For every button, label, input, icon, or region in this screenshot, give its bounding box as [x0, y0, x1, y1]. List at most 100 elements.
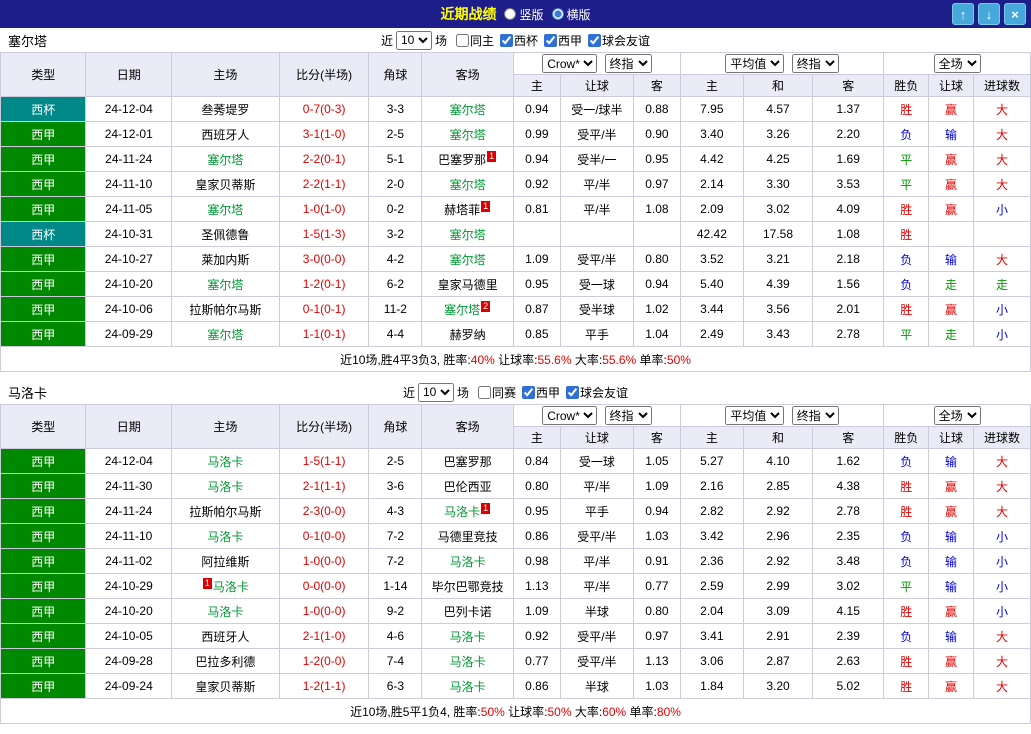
average-select[interactable]: 平均值 — [725, 54, 785, 73]
corners-cell: 4-2 — [368, 246, 423, 272]
filter-option[interactable]: 球会友谊 — [588, 32, 650, 49]
team-link[interactable]: 马洛卡 — [450, 655, 486, 669]
odds-stage-select[interactable]: 终指 — [791, 54, 839, 73]
corners-cell: 3-6 — [368, 473, 423, 499]
goals-result-cell: 大 — [972, 673, 1031, 699]
date-cell: 24-10-29 — [85, 573, 172, 599]
team-link: 西班牙人 — [201, 127, 250, 142]
team-cell-content: 马洛卡 1 — [444, 502, 491, 519]
match-row: 西甲 24-09-28 巴拉多利德 1-2(0-0) 7-4 马洛卡 0.77 受平/半 1.1… — [0, 648, 1031, 674]
handicap-home-odds: 0.98 — [512, 548, 561, 574]
score-cell: 2-3(0-0) — [278, 498, 370, 524]
vertical-radio[interactable] — [504, 8, 517, 20]
home-team-cell: 西班牙人 — [170, 623, 280, 649]
avg-home-odds: 2.16 — [679, 473, 744, 499]
result-cell: 负 — [883, 523, 930, 549]
odds-stage-select[interactable]: 终指 — [791, 406, 839, 425]
col-ah-line: 让球 — [559, 74, 635, 97]
match-row: 西甲 24-12-01 西班牙人 3-1(1-0) 2-5 塞尔塔 0.99 受平/半 0.90… — [0, 121, 1031, 147]
goals-result-cell — [972, 221, 1031, 247]
team-link[interactable]: 马洛卡 — [207, 455, 243, 469]
team-link[interactable]: 塞尔塔 — [450, 103, 486, 117]
team-link[interactable]: 塞尔塔 — [207, 278, 243, 292]
date-cell: 24-11-10 — [85, 523, 172, 549]
handicap-home-odds: 0.95 — [512, 498, 561, 524]
goals-result-cell: 小 — [972, 573, 1031, 599]
corners-cell: 7-4 — [368, 648, 423, 674]
date-cell: 24-11-10 — [85, 171, 172, 197]
filter-checkbox[interactable] — [500, 33, 513, 47]
score-cell: 1-0(1-0) — [278, 196, 370, 222]
handicap-stage-select[interactable]: 终指 — [604, 406, 652, 425]
scope-select[interactable]: 全场 — [933, 54, 981, 73]
team-link[interactable]: 马洛卡 — [207, 480, 243, 494]
team-link[interactable]: 塞尔塔 — [450, 253, 486, 267]
away-team-cell: 塞尔塔 — [421, 171, 514, 197]
team-link[interactable]: 马洛卡 — [207, 530, 243, 544]
away-team-cell: 赫塔菲 1 — [421, 196, 514, 222]
bookmaker-select[interactable]: Crow* — [542, 54, 598, 73]
filter-checkbox[interactable] — [566, 385, 580, 399]
filter-checkbox[interactable] — [544, 33, 558, 47]
competition-cell: 西甲 — [0, 573, 87, 599]
team-link[interactable]: 马洛卡 — [450, 555, 486, 569]
team-cell-content: 塞尔塔 — [207, 278, 243, 292]
team-link[interactable]: 马洛卡 — [444, 505, 480, 519]
team-link[interactable]: 马洛卡 — [207, 605, 243, 619]
filter-option[interactable]: 同赛 — [477, 384, 516, 401]
match-count-select[interactable]: 10 — [395, 30, 432, 50]
average-select[interactable]: 平均值 — [725, 406, 785, 425]
date-cell: 24-10-31 — [85, 221, 172, 247]
layout-radio-horizontal[interactable]: 横版 — [551, 6, 591, 23]
filter-option[interactable]: 同主 — [455, 32, 494, 49]
filter-option[interactable]: 西甲 — [544, 32, 582, 49]
avg-away-odds: 2.01 — [812, 296, 885, 322]
near-label: 近 — [402, 385, 415, 400]
col-score: 比分(半场) — [278, 404, 370, 449]
team-link[interactable]: 塞尔塔 — [450, 228, 486, 242]
filter-checkboxes: 同赛 西甲 球会友谊 — [472, 384, 628, 401]
filter-checkbox[interactable] — [588, 33, 602, 47]
summary-value: 60% — [602, 704, 627, 719]
competition-cell: 西杯 — [0, 221, 87, 247]
avg-home-odds: 3.06 — [679, 648, 744, 674]
avg-home-odds: 2.09 — [679, 196, 744, 222]
result-cell: 平 — [883, 321, 930, 347]
team-link[interactable]: 塞尔塔 — [450, 178, 486, 192]
filter-option[interactable]: 西杯 — [500, 32, 538, 49]
bookmaker-select[interactable]: Crow* — [542, 406, 598, 425]
team-link[interactable]: 马洛卡 — [213, 580, 249, 594]
filter-checkbox[interactable] — [455, 33, 469, 47]
result-cell: 胜 — [883, 221, 930, 247]
team-link[interactable]: 塞尔塔 — [207, 153, 243, 167]
team-cell-content: 马洛卡 — [207, 480, 243, 494]
team-link[interactable]: 塞尔塔 — [207, 203, 243, 217]
scope-select[interactable]: 全场 — [933, 406, 981, 425]
team-link[interactable]: 塞尔塔 — [444, 303, 480, 317]
away-team-cell: 塞尔塔 — [421, 221, 514, 247]
match-row: 西甲 24-10-20 马洛卡 1-0(0-0) 9-2 巴列卡诺 1.09 半球 0.80 2.… — [0, 598, 1031, 624]
layout-radio-vertical[interactable]: 竖版 — [504, 6, 544, 23]
filter-checkbox[interactable] — [522, 385, 535, 399]
handicap-line: 平手 — [559, 498, 635, 524]
handicap-away-odds: 0.90 — [633, 121, 681, 147]
horizontal-radio[interactable] — [551, 8, 564, 20]
home-team-cell: 马洛卡 — [170, 523, 280, 549]
move-up-button[interactable]: ↑ — [952, 3, 974, 25]
horizontal-radio-label: 横版 — [566, 7, 591, 22]
handicap-away-odds: 1.13 — [633, 648, 681, 674]
date-cell: 24-12-01 — [85, 121, 172, 147]
handicap-home-odds: 1.13 — [512, 573, 561, 599]
team-link[interactable]: 塞尔塔 — [207, 328, 243, 342]
filter-option[interactable]: 西甲 — [522, 384, 560, 401]
team-link: 巴塞罗那 — [443, 454, 492, 469]
filter-option[interactable]: 球会友谊 — [566, 384, 628, 401]
filter-checkbox[interactable] — [477, 385, 491, 399]
close-button[interactable]: × — [1004, 3, 1026, 25]
move-down-button[interactable]: ↓ — [978, 3, 1000, 25]
team-link[interactable]: 塞尔塔 — [450, 128, 486, 142]
team-link[interactable]: 马洛卡 — [450, 680, 486, 694]
team-link[interactable]: 马洛卡 — [450, 630, 486, 644]
match-count-select[interactable]: 10 — [417, 382, 454, 402]
handicap-stage-select[interactable]: 终指 — [604, 54, 652, 73]
